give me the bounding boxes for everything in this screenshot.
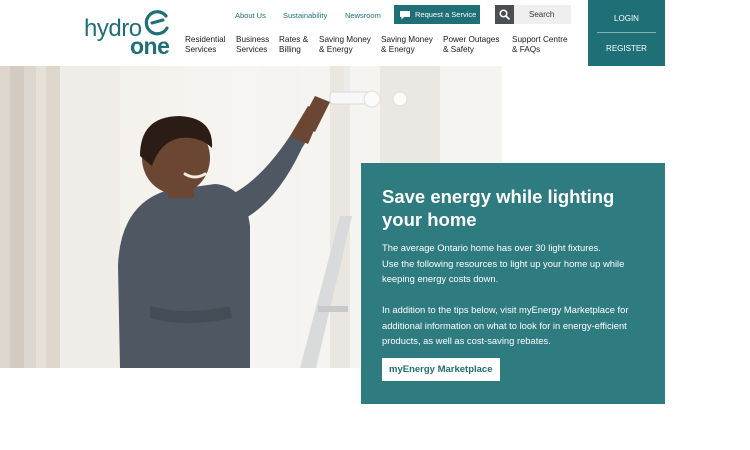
nav-label-line1: Business [236,35,270,44]
nav-residential-services[interactable]: Residential Services [185,35,226,55]
auth-divider [597,32,656,33]
nav-saving-money-energy-2[interactable]: Saving Money & Energy [381,35,433,55]
nav-label-line1: Saving Money [381,35,433,44]
nav-label-line2: & Energy [381,45,415,54]
nav-label-line2: & FAQs [512,45,541,54]
nav-label-line2: & Safety [443,45,474,54]
nav-label-line2: Services [236,45,268,54]
request-service-label: Request a Service [415,10,477,19]
nav-label-line1: Rates & [279,35,309,44]
search-label: Search [529,10,555,19]
logo-word-one: one [130,33,170,59]
chat-bubble-icon [400,10,410,19]
request-service-button[interactable]: Request a Service [394,5,480,24]
nav-label-line2: Services [185,45,217,54]
nav-support-centre-faqs[interactable]: Support Centre & FAQs [512,35,568,55]
login-button[interactable]: LOGIN [588,14,665,23]
hero-card: Save energy while lighting your home The… [361,163,665,404]
nav-label-line2: Billing [279,45,301,54]
nav-label-line1: Power Outages [443,35,500,44]
nav-label-line1: Residential [185,35,226,44]
nav-label-line1: Saving Money [319,35,371,44]
nav-label-line2: & Energy [319,45,353,54]
search-button[interactable] [495,5,514,24]
nav-rates-billing[interactable]: Rates & Billing [279,35,308,55]
sustainability-link[interactable]: Sustainability [283,11,327,20]
nav-business-services[interactable]: Business Services [236,35,269,55]
auth-panel: LOGIN REGISTER [588,0,665,66]
search-box[interactable]: Search [495,5,571,24]
register-button[interactable]: REGISTER [588,44,665,53]
myenergy-marketplace-button[interactable]: myEnergy Marketplace [382,358,500,381]
hero-para1-line1: The average Ontario home has over 30 lig… [382,242,601,253]
newsroom-link[interactable]: Newsroom [345,11,381,20]
nav-saving-money-energy-1[interactable]: Saving Money & Energy [319,35,371,55]
hero-para1-line2: Use the following resources to light up … [382,257,625,285]
nav-power-outages-safety[interactable]: Power Outages & Safety [443,35,499,55]
hero-title: Save energy while lighting your home [382,186,615,230]
nav-label-line1: Support Centre [512,35,568,44]
hydro-one-logo[interactable]: hydro one [84,8,176,59]
search-icon [499,9,510,20]
hero-para2: In addition to the tips below, visit myE… [382,304,629,346]
about-us-link[interactable]: About Us [235,11,266,20]
